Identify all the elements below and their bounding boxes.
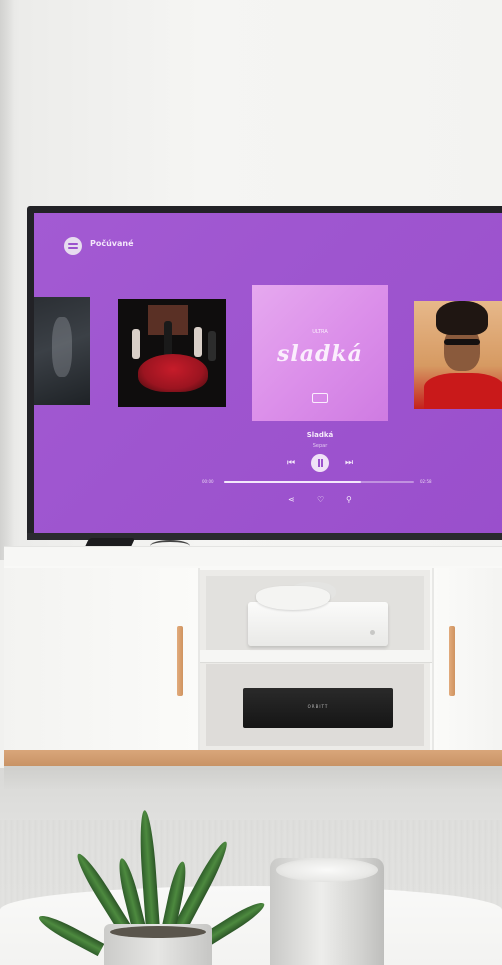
- cover-glasses: [444, 339, 480, 345]
- cabinet-wood-base: [4, 750, 502, 766]
- door-handle-left: [177, 626, 183, 696]
- app-title: Počúvané: [90, 239, 134, 248]
- cover-figure: [52, 317, 72, 377]
- cover-hair: [436, 301, 488, 335]
- cabinet-shelf: [200, 650, 432, 663]
- previous-track-icon[interactable]: ⏮: [287, 459, 295, 468]
- cover-logo-icon: [312, 393, 328, 403]
- cabinet-shadow: [4, 766, 502, 790]
- tv-screen: Počúvané ULTRA sladká Sladká Separ ⏮ ⏭ 0…: [34, 213, 502, 533]
- album-cover-left[interactable]: [34, 297, 90, 405]
- plant-soil: [110, 926, 206, 938]
- pin-icon[interactable]: ⚲: [346, 496, 352, 504]
- living-room-scene: Počúvané ULTRA sladká Sladká Separ ⏮ ⏭ 0…: [0, 0, 502, 965]
- cover-small-text: ULTRA: [312, 329, 328, 335]
- soundbar-label: ORBITT: [307, 704, 329, 709]
- album-cover-red-dress[interactable]: [118, 299, 226, 407]
- wall-shadow: [0, 0, 14, 560]
- progress-fill: [224, 481, 361, 483]
- cabinet-door-right: [432, 568, 502, 750]
- console-button: [370, 630, 375, 635]
- cover-title: sladká: [277, 341, 363, 367]
- cabinet-door-left: [4, 568, 200, 750]
- app-logo-icon[interactable]: [64, 237, 82, 255]
- share-icon[interactable]: ⋖: [288, 496, 295, 504]
- now-playing-artist: Separ: [312, 443, 328, 449]
- total-time: 02:58: [420, 479, 432, 484]
- game-controller: [256, 586, 330, 610]
- now-playing-title: Sladká: [306, 431, 334, 439]
- cover-figure: [132, 329, 140, 359]
- cover-figure: [194, 327, 202, 357]
- album-cover-featured[interactable]: ULTRA sladká: [252, 285, 388, 421]
- heart-icon[interactable]: ♡: [317, 496, 324, 504]
- candle-top: [276, 858, 378, 882]
- coffee-table: [0, 886, 502, 965]
- cover-jacket: [424, 373, 502, 409]
- cover-figure: [208, 331, 216, 361]
- next-track-icon[interactable]: ⏭: [345, 459, 353, 468]
- progress-bar[interactable]: [224, 481, 414, 483]
- elapsed-time: 00:00: [202, 479, 214, 484]
- game-console: [248, 602, 388, 646]
- pause-button[interactable]: [311, 454, 329, 472]
- cover-figure: [164, 321, 172, 357]
- door-handle-right: [449, 626, 455, 696]
- cover-red-dress: [138, 354, 208, 392]
- album-cover-portrait[interactable]: [414, 301, 502, 409]
